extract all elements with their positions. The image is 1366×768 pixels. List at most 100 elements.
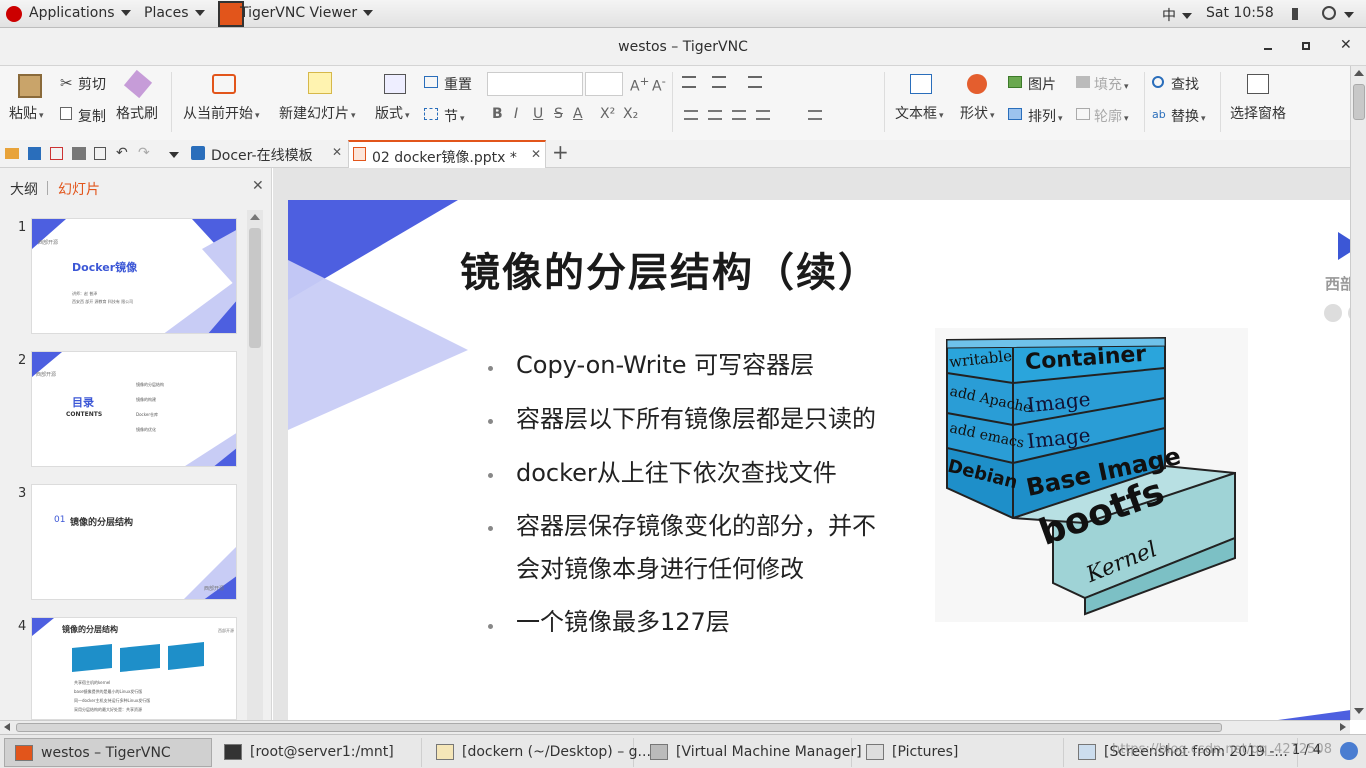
font-color-button[interactable]: A xyxy=(573,106,583,122)
reset-icon[interactable] xyxy=(424,76,438,88)
numbered-list-icon[interactable] xyxy=(712,76,726,88)
align-left-icon[interactable] xyxy=(684,110,698,120)
format-painter-button[interactable]: 格式刷 xyxy=(116,103,158,123)
underline-button[interactable]: U xyxy=(533,106,543,122)
close-tab-icon[interactable]: ✕ xyxy=(332,145,342,159)
superscript-button[interactable]: X² xyxy=(600,106,615,122)
slide-thumbnail-4[interactable]: 镜像的分层结构 西部开源 共享宿主机的kernel base镜像提供的是最小的L… xyxy=(31,617,237,720)
textbox-button[interactable]: 文本框 ▾ xyxy=(895,103,944,123)
justify-icon[interactable] xyxy=(756,110,770,120)
outline-button[interactable]: 轮廓 ▾ xyxy=(1094,106,1129,126)
quick-access-dropdown-icon[interactable] xyxy=(169,152,179,158)
copy-icon[interactable] xyxy=(60,107,72,120)
align-center-icon[interactable] xyxy=(708,110,722,120)
export-pdf-icon[interactable] xyxy=(50,147,63,160)
scroll-thumb[interactable] xyxy=(16,723,1222,732)
bullet-item[interactable]: Copy-on-Write 可写容器层 xyxy=(516,345,814,380)
subscript-button[interactable]: X₂ xyxy=(623,106,638,122)
arrange-icon[interactable] xyxy=(1008,108,1022,120)
maximize-button[interactable] xyxy=(1302,42,1310,50)
undo-icon[interactable]: ↶ xyxy=(116,145,128,161)
close-pane-icon[interactable]: ✕ xyxy=(252,178,264,194)
arrange-button[interactable]: 排列 ▾ xyxy=(1028,106,1063,126)
workspace-indicator[interactable]: 1 / 4 xyxy=(1292,743,1321,758)
find-button[interactable]: 查找 xyxy=(1171,74,1199,94)
slide-thumbnail-3[interactable]: 01 镜像的分层结构 西部开源 xyxy=(31,484,237,600)
section-button[interactable]: 节 ▾ xyxy=(444,106,465,126)
task-pictures[interactable]: [Pictures] xyxy=(856,738,1064,767)
scroll-up-arrow[interactable] xyxy=(1354,70,1364,76)
scissors-icon[interactable]: ✂ xyxy=(60,74,73,92)
new-tab-button[interactable]: + xyxy=(552,140,569,168)
bold-button[interactable]: B xyxy=(492,106,503,122)
scroll-up-arrow[interactable] xyxy=(250,214,260,220)
paste-button[interactable]: 粘贴 ▾ xyxy=(9,103,44,123)
line-spacing-icon[interactable] xyxy=(808,110,822,120)
search-icon[interactable] xyxy=(1152,76,1164,88)
scroll-down-arrow[interactable] xyxy=(1354,708,1364,714)
notification-icon[interactable] xyxy=(1340,742,1358,760)
font-name-select[interactable] xyxy=(487,72,583,96)
slide-editor-canvas[interactable]: 镜像的分层结构（续） Copy-on-Write 可写容器层 容器层以下所有镜像… xyxy=(273,168,1350,720)
slide-thumbnail-2[interactable]: 西部开源 目录 CONTENTS 镜像的分层结构 镜像的构建 Docker仓库 … xyxy=(31,351,237,467)
open-folder-icon[interactable] xyxy=(5,148,19,159)
bullet-item[interactable]: 容器层以下所有镜像层都是只读的 xyxy=(516,399,876,434)
current-slide[interactable]: 镜像的分层结构（续） Copy-on-Write 可写容器层 容器层以下所有镜像… xyxy=(288,200,1350,720)
print-preview-icon[interactable] xyxy=(94,147,106,160)
from-current-button[interactable]: 从当前开始 ▾ xyxy=(183,103,260,123)
selection-pane-icon[interactable] xyxy=(1247,74,1269,94)
pager-dot[interactable] xyxy=(1324,304,1342,322)
picture-icon[interactable] xyxy=(1008,76,1022,88)
replace-button[interactable]: 替换 ▾ xyxy=(1171,106,1206,126)
tab-docer[interactable]: Docer-在线模板 ✕ xyxy=(186,140,346,168)
print-icon[interactable] xyxy=(72,147,86,160)
fill-button[interactable]: 填充 ▾ xyxy=(1094,74,1129,94)
shape-button[interactable]: 形状 ▾ xyxy=(960,103,995,123)
applications-menu[interactable]: Applications xyxy=(29,5,131,21)
format-painter-icon[interactable] xyxy=(123,69,153,99)
bullet-item[interactable]: 容器层保存镜像变化的部分，并不 xyxy=(516,506,876,541)
clock[interactable]: Sat 10:58 xyxy=(1206,5,1274,21)
task-gedit[interactable]: [dockern (~/Desktop) – g... xyxy=(426,738,651,767)
save-icon[interactable] xyxy=(28,147,41,160)
indent-icon[interactable] xyxy=(748,76,762,88)
tab-docker-pptx[interactable]: 02 docker镜像.pptx * ✕ xyxy=(348,140,546,168)
close-button[interactable]: ✕ xyxy=(1340,37,1352,53)
shape-icon[interactable] xyxy=(967,74,987,94)
slides-pane-scrollbar[interactable] xyxy=(247,210,263,720)
task-terminal[interactable]: [root@server1:/mnt] xyxy=(214,738,422,767)
scroll-thumb[interactable] xyxy=(1353,84,1365,120)
align-right-icon[interactable] xyxy=(732,110,746,120)
task-virt-manager[interactable]: [Virtual Machine Manager] xyxy=(640,738,862,767)
active-app-menu[interactable]: TigerVNC Viewer xyxy=(240,5,374,21)
strikethrough-button[interactable]: S xyxy=(554,106,563,122)
shrink-font-icon[interactable]: A- xyxy=(652,74,666,95)
slideshow-icon[interactable] xyxy=(212,74,236,94)
bullet-item[interactable]: docker从上往下依次查找文件 xyxy=(516,453,837,488)
replace-icon[interactable]: ab xyxy=(1152,108,1166,121)
input-method-indicator[interactable]: 中 xyxy=(1162,5,1192,25)
cut-button[interactable]: 剪切 xyxy=(78,74,106,94)
vertical-scrollbar[interactable] xyxy=(1350,66,1366,720)
paste-icon[interactable] xyxy=(18,74,42,98)
scroll-right-arrow[interactable] xyxy=(1340,723,1346,731)
redo-icon[interactable]: ↷ xyxy=(138,145,150,161)
layout-icon[interactable] xyxy=(384,74,406,94)
picture-button[interactable]: 图片 xyxy=(1028,74,1056,94)
power-icon[interactable] xyxy=(1322,6,1336,20)
volume-icon[interactable] xyxy=(1292,8,1306,20)
bullet-item-continued[interactable]: 会对镜像本身进行任何修改 xyxy=(516,549,804,584)
section-icon[interactable] xyxy=(424,108,438,120)
slide-title[interactable]: 镜像的分层结构（续） xyxy=(460,240,880,298)
layer-diagram-image[interactable]: writable Container add Apache Image add … xyxy=(935,328,1248,622)
tab-outline[interactable]: 大纲 xyxy=(10,179,38,199)
chevron-down-icon[interactable] xyxy=(1344,12,1354,18)
italic-button[interactable]: I xyxy=(514,106,518,122)
layout-button[interactable]: 版式 ▾ xyxy=(375,103,410,123)
bullet-list-icon[interactable] xyxy=(682,76,696,88)
horizontal-scrollbar[interactable] xyxy=(0,720,1350,734)
new-slide-icon[interactable] xyxy=(308,72,332,94)
task-westos-tigervnc[interactable]: westos – TigerVNC xyxy=(4,738,212,767)
slide-thumbnail-1[interactable]: 西部开源 Docker镜像 讲师：赵 普泽 西安西 部开 源教育 科技有 限公司 xyxy=(31,218,237,334)
places-menu[interactable]: Places xyxy=(144,5,205,21)
